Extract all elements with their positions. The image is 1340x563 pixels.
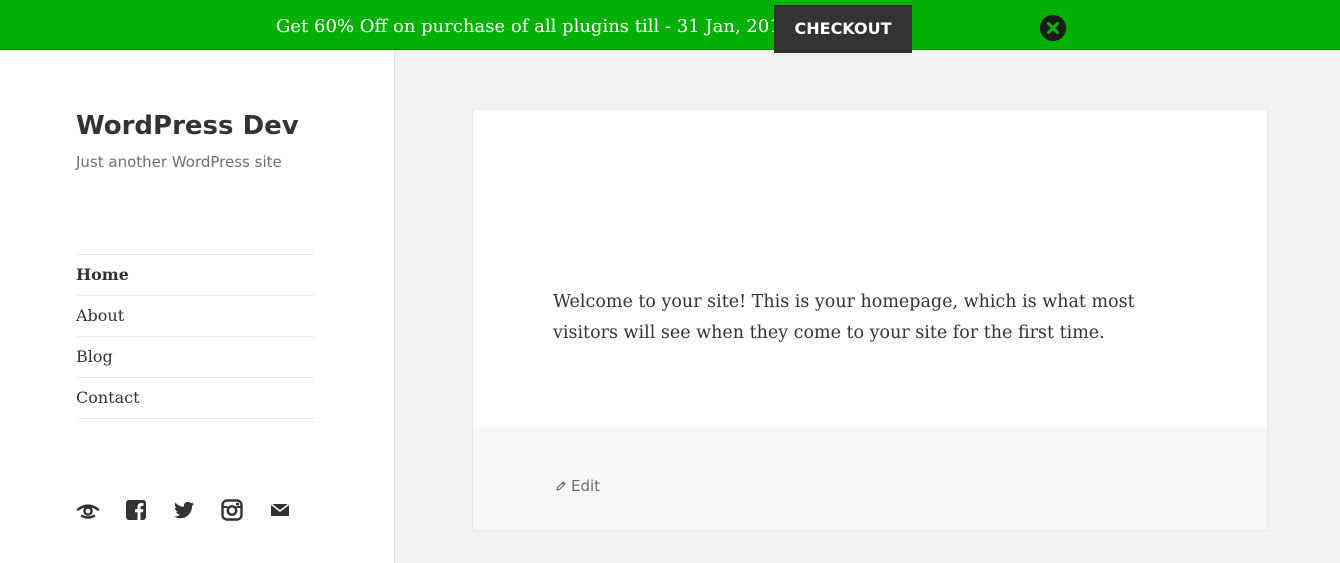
entry-footer: Edit — [473, 427, 1267, 530]
nav-item-about[interactable]: About — [76, 296, 315, 337]
main-navigation: Home About Blog Contact — [76, 254, 315, 419]
content-card: Welcome to your site! This is your homep… — [472, 109, 1268, 531]
pencil-icon — [555, 480, 571, 492]
edit-label: Edit — [571, 477, 601, 495]
close-icon[interactable] — [1040, 15, 1066, 41]
promo-message: Get 60% Off on purchase of all plugins t… — [276, 16, 793, 37]
nav-item-blog[interactable]: Blog — [76, 337, 315, 378]
instagram-icon[interactable] — [220, 498, 244, 522]
email-icon[interactable] — [268, 498, 292, 522]
checkout-button[interactable]: CHECKOUT — [774, 5, 912, 53]
twitter-icon[interactable] — [172, 498, 196, 522]
sidebar: WordPress Dev Just another WordPress sit… — [0, 50, 395, 563]
edit-link[interactable]: Edit — [555, 477, 600, 495]
site-description: Just another WordPress site — [76, 153, 282, 171]
facebook-icon[interactable] — [124, 498, 148, 522]
nav-item-home[interactable]: Home — [76, 255, 315, 296]
social-links — [76, 495, 316, 525]
entry-content: Welcome to your site! This is your homep… — [553, 292, 1135, 343]
page: Get 60% Off on purchase of all plugins t… — [0, 0, 1340, 563]
wordpress-icon[interactable] — [76, 498, 100, 522]
nav-item-contact[interactable]: Contact — [76, 378, 315, 419]
promo-bar: Get 60% Off on purchase of all plugins t… — [0, 0, 1340, 53]
site-title[interactable]: WordPress Dev — [76, 110, 299, 142]
